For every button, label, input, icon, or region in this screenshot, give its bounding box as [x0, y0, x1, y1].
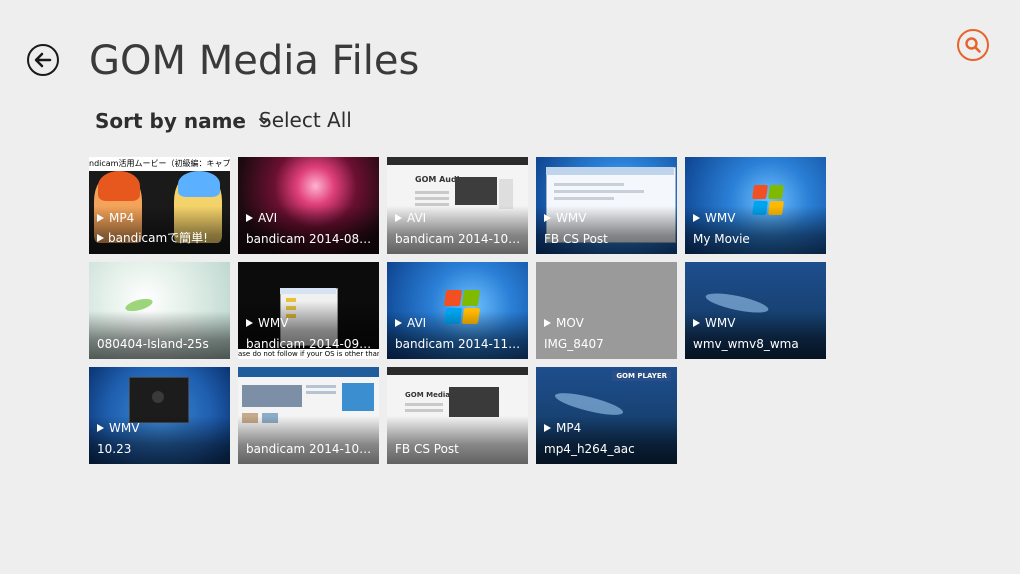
file-name: My Movie: [693, 232, 750, 246]
file-format: WMV: [693, 316, 735, 330]
media-tile[interactable]: WMV My Movie: [685, 157, 826, 254]
file-format: AVI: [246, 211, 277, 225]
gom-player-logo: GOM PLAYER: [612, 371, 671, 381]
play-icon: [693, 319, 700, 327]
page-title: GOM Media Files: [89, 38, 420, 84]
play-icon: [246, 319, 253, 327]
media-tile[interactable]: ase do not follow if your OS is other th…: [238, 262, 379, 359]
media-tile[interactable]: WMV wmv_wmv8_wma: [685, 262, 826, 359]
back-button[interactable]: [27, 44, 59, 76]
media-tile[interactable]: AVI bandicam 2014-08-06...: [238, 157, 379, 254]
file-name: wmv_wmv8_wma: [693, 337, 799, 351]
media-tile[interactable]: GOM Audio AVI bandicam 2014-10-30...: [387, 157, 528, 254]
search-button[interactable]: [957, 29, 989, 61]
search-icon: [965, 37, 981, 53]
media-tile[interactable]: MOV IMG_8407: [536, 262, 677, 359]
play-icon: [544, 424, 551, 432]
file-name: FB CS Post: [395, 442, 459, 456]
sort-label: Sort by name: [95, 109, 246, 133]
file-name: bandicam 2014-09-24...: [246, 337, 373, 351]
play-icon: [693, 214, 700, 222]
file-name: bandicam 2014-11-06...: [395, 337, 522, 351]
media-tile[interactable]: 080404-Island-25s: [89, 262, 230, 359]
play-icon: [544, 319, 551, 327]
media-tile[interactable]: bandicam 2014-10-10...: [238, 367, 379, 464]
thumbnail-banner: ndicam活用ムービー（初級編：キャプチャーする）: [89, 157, 230, 171]
file-format: WMV: [693, 211, 735, 225]
file-name: bandicam 2014-10-10...: [246, 442, 373, 456]
file-name: FB CS Post: [544, 232, 608, 246]
media-tile[interactable]: AVI bandicam 2014-11-06...: [387, 262, 528, 359]
media-tile[interactable]: GOM PLAYER MP4 mp4_h264_aac: [536, 367, 677, 464]
sort-dropdown[interactable]: Sort by name: [95, 109, 270, 133]
select-all-button[interactable]: Select All: [259, 108, 352, 132]
play-icon: [97, 214, 104, 222]
play-icon: [246, 214, 253, 222]
file-format: AVI: [395, 316, 426, 330]
file-name: 10.23: [97, 442, 132, 456]
file-format: MP4: [97, 211, 134, 225]
media-tile[interactable]: GOM Media Player FB CS Post: [387, 367, 528, 464]
media-tile[interactable]: WMV 10.23: [89, 367, 230, 464]
file-format: WMV: [246, 316, 288, 330]
back-arrow-icon: [34, 52, 52, 68]
play-icon: [97, 234, 104, 242]
file-name: bandicamで簡単!: [97, 229, 224, 246]
play-icon: [97, 424, 104, 432]
play-icon: [395, 214, 402, 222]
file-format: AVI: [395, 211, 426, 225]
media-tile[interactable]: WMV FB CS Post: [536, 157, 677, 254]
file-format: WMV: [97, 421, 139, 435]
media-tile[interactable]: ndicam活用ムービー（初級編：キャプチャーする） MP4 bandicamで…: [89, 157, 230, 254]
file-name: bandicam 2014-10-30...: [395, 232, 522, 246]
file-format: MOV: [544, 316, 584, 330]
file-format: WMV: [544, 211, 586, 225]
file-name: IMG_8407: [544, 337, 604, 351]
play-icon: [544, 214, 551, 222]
file-format: MP4: [544, 421, 581, 435]
file-name: mp4_h264_aac: [544, 442, 635, 456]
file-name: bandicam 2014-08-06...: [246, 232, 373, 246]
play-icon: [395, 319, 402, 327]
file-name: 080404-Island-25s: [97, 337, 209, 351]
